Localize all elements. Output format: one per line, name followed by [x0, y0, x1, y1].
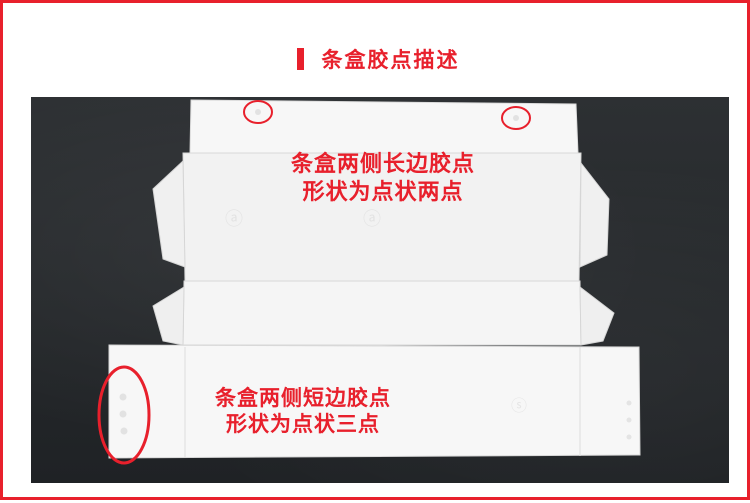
long-side-annotation: 条盒两侧长边胶点 形状为点状两点: [233, 151, 533, 206]
short-side-line1: 条盒两侧短边胶点: [215, 386, 391, 410]
long-side-line1: 条盒两侧长边胶点: [290, 152, 475, 177]
short-side-annotation: 条盒两侧短边胶点 形状为点状三点: [163, 385, 443, 438]
glue-dot-top-right: [513, 115, 519, 121]
embossed-mark-1: ⓐ: [225, 209, 243, 230]
embossed-mark-3: ⓢ: [511, 396, 527, 415]
glue-dot-left-3: [120, 427, 128, 435]
glue-dot-right-1: [626, 400, 632, 406]
lower-middle-panel: [182, 280, 582, 346]
embossed-mark-2: ⓐ: [363, 209, 381, 230]
glue-dot-right-2: [626, 417, 632, 423]
glue-dot-left-1: [119, 393, 127, 401]
glue-dot-top-left: [255, 109, 261, 115]
long-side-line2: 形状为点状两点: [302, 179, 464, 205]
left-lower-tab: [152, 286, 185, 346]
glue-dot-left-2: [119, 410, 127, 418]
right-upper-tab: [579, 161, 610, 268]
short-side-line2: 形状为点状三点: [226, 412, 380, 437]
glue-dot-right-3: [626, 434, 632, 440]
page-frame: 条盒胶点描述 ⓐ ⓐ ⓢ 条盒两侧长边胶点 形状为点状两点 条盒两侧短边胶点 形…: [0, 0, 750, 500]
right-lower-tab: [579, 285, 615, 346]
left-upper-tab: [152, 159, 186, 268]
